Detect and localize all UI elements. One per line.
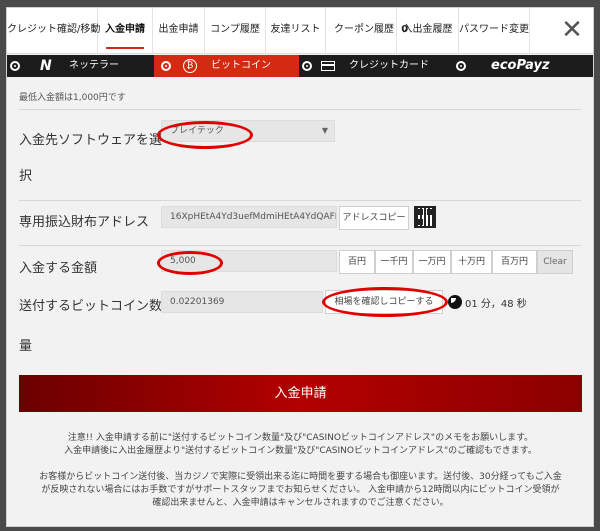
btc-amount-label-cont: 量: [19, 339, 33, 354]
qr-code-icon[interactable]: [414, 206, 436, 228]
tab-bar: クレジット確認/移動 入金申請 出金申請 コンプ履歴 友達リスト クーポン履歴 …: [7, 8, 593, 54]
chevron-down-icon: ▼: [321, 126, 328, 135]
method-credit-card[interactable]: クレジットカード: [299, 55, 451, 77]
tab-coupon-label: クーポン履歴: [334, 24, 394, 35]
tab-transaction-history[interactable]: 入出金履歴: [397, 8, 459, 54]
btc-amount-field[interactable]: 0.02201369: [161, 291, 323, 313]
address-label: 専用振込財布アドレス: [19, 215, 150, 230]
divider: [19, 109, 581, 110]
software-label-cont: 択: [19, 169, 33, 184]
tab-credit-transfer[interactable]: クレジット確認/移動: [7, 8, 100, 54]
method-label: ビットコイン: [211, 60, 271, 71]
tab-password-change[interactable]: パスワード変更: [459, 8, 530, 54]
tab-friend-list[interactable]: 友達リスト: [266, 8, 326, 54]
software-select[interactable]: プレイテック ▼: [161, 120, 335, 142]
payment-method-bar: N ネッテラー ₿ ビットコイン クレジットカード ecoPayz: [7, 55, 593, 77]
tab-withdraw[interactable]: 出金申請: [153, 8, 205, 54]
notice-line: 確認出来ませんと、入金申請はキャンセルされますのでご注意ください。: [152, 498, 449, 508]
radio-icon: [161, 61, 171, 71]
amount-input[interactable]: 5,000: [161, 250, 337, 272]
notice-line: 入金申請後に入出金履歴より"送付するビットコイン数量"及び"CASINOビットコ…: [64, 446, 537, 456]
software-label: 入金先ソフトウェアを選: [19, 133, 163, 148]
method-label: クレジットカード: [349, 60, 429, 71]
method-ecopayz[interactable]: ecoPayz: [451, 55, 593, 77]
notice-line: が反映されない場合にはお手数ですがサポートスタッフまでお知らせください。 入金申…: [41, 485, 560, 495]
divider: [19, 200, 581, 201]
close-icon[interactable]: ✕: [559, 17, 585, 43]
neteller-logo-icon: N: [40, 58, 52, 74]
amount-1000-button[interactable]: 一千円: [375, 250, 413, 274]
amount-clear-button[interactable]: Clear: [537, 250, 573, 274]
radio-icon: [456, 61, 466, 71]
method-neteller[interactable]: N ネッテラー: [7, 55, 153, 77]
notice-line: 注意!! 入金申請する前に"送付するビットコイン数量"及び"CASINOビットコ…: [67, 433, 534, 443]
rate-timer: 01 分，48 秒: [465, 299, 527, 310]
deposit-submit-button[interactable]: 入金申請: [19, 375, 582, 412]
amount-10000-button[interactable]: 一万円: [413, 250, 451, 274]
amount-100-button[interactable]: 百円: [339, 250, 375, 274]
copy-address-button[interactable]: アドレスコピー: [339, 206, 409, 230]
deposit-modal: クレジット確認/移動 入金申請 出金申請 コンプ履歴 友達リスト クーポン履歴 …: [6, 7, 594, 527]
tab-comp-history[interactable]: コンプ履歴: [205, 8, 266, 54]
clock-icon: [448, 295, 462, 309]
bitcoin-icon: ₿: [183, 59, 197, 73]
amount-100000-button[interactable]: 十万円: [451, 250, 492, 274]
credit-card-icon: [321, 61, 335, 71]
minimum-deposit-note: 最低入金額は1,000円です: [19, 93, 126, 103]
ecopayz-logo-icon: ecoPayz: [491, 58, 550, 73]
confirm-rate-copy-button[interactable]: 相場を確認しコピーする: [325, 290, 443, 314]
bitcoin-address-field[interactable]: 16XpHEtA4Yd3uefMdmiHEtA4YdQAFPJp: [161, 206, 337, 228]
tab-deposit[interactable]: 入金申請: [98, 8, 153, 54]
amount-1000000-button[interactable]: 百万円: [492, 250, 537, 274]
tab-coupon-history[interactable]: クーポン履歴 0: [326, 8, 408, 54]
notice-line: お客様からビットコイン送付後、当カジノで実際に受領出来る迄に時間を要する場合も御…: [39, 472, 562, 482]
radio-icon: [302, 61, 312, 71]
radio-icon: [10, 61, 20, 71]
software-select-value: プレイテック: [170, 126, 224, 136]
divider: [19, 245, 581, 246]
btc-amount-label: 送付するビットコイン数: [19, 299, 163, 314]
amount-label: 入金する金額: [19, 261, 98, 276]
method-label: ネッテラー: [69, 60, 119, 71]
method-bitcoin[interactable]: ₿ ビットコイン: [154, 55, 299, 77]
